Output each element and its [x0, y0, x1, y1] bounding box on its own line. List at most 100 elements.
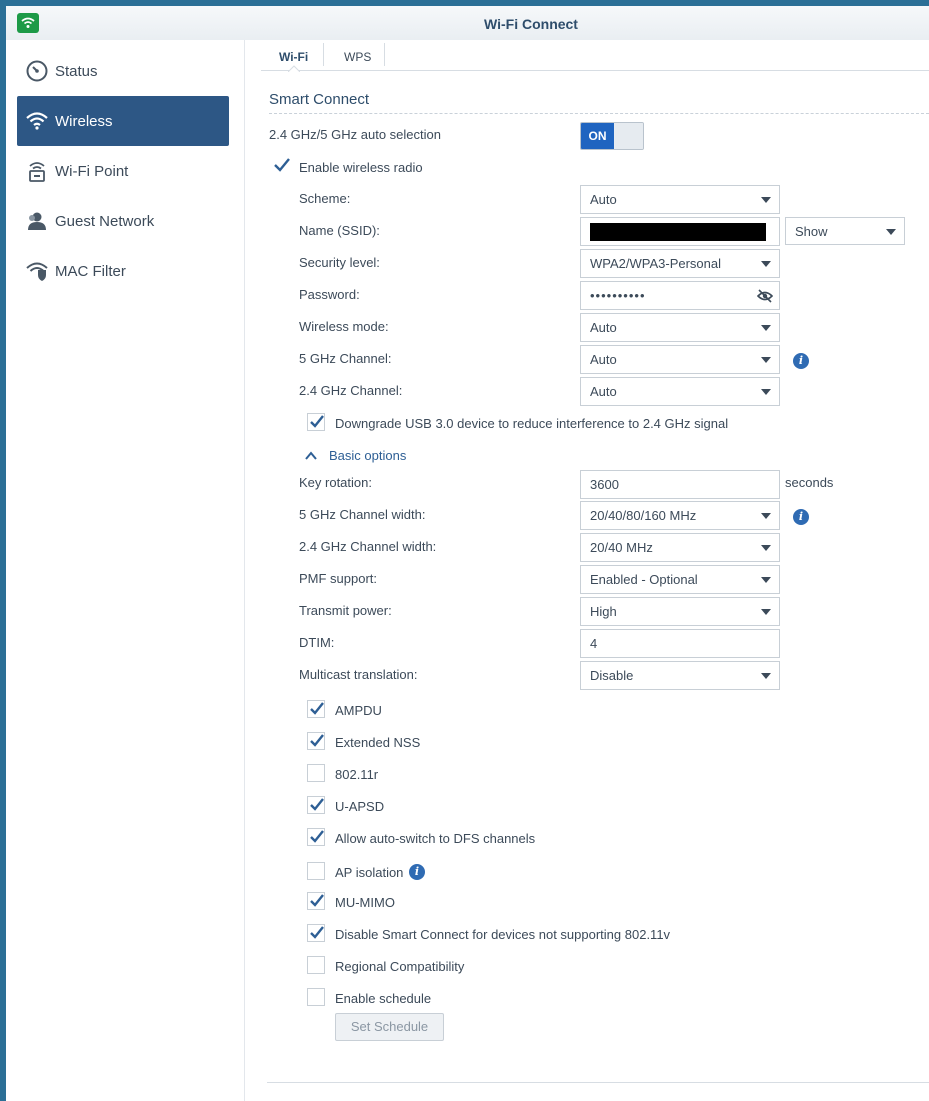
- channel-5-label: 5 GHz Channel:: [299, 351, 392, 366]
- option-checkbox-label: MU-MIMO: [335, 895, 395, 910]
- option-checkbox[interactable]: [307, 956, 325, 974]
- option-checkbox[interactable]: [307, 988, 325, 1006]
- router-icon: [25, 159, 49, 183]
- password-label: Password:: [299, 287, 360, 302]
- option-checkbox-label: Enable schedule: [335, 991, 432, 1006]
- chevron-down-icon: [761, 357, 771, 363]
- option-checkbox[interactable]: [307, 700, 325, 718]
- chevron-down-icon: [761, 197, 771, 203]
- basic-options-toggle[interactable]: Basic options: [305, 448, 465, 466]
- multicast-label: Multicast translation:: [299, 667, 418, 682]
- ssid-label: Name (SSID):: [299, 223, 380, 238]
- wireless-mode-select[interactable]: Auto: [580, 313, 780, 342]
- sidebar-item-guest-network[interactable]: Guest Network: [17, 196, 229, 246]
- eye-slash-icon[interactable]: [757, 289, 773, 303]
- bottom-divider: [267, 1082, 929, 1083]
- info-icon[interactable]: i: [793, 509, 809, 525]
- sidebar: Status Wireless Wi-Fi Point Guest Networ…: [6, 40, 245, 1101]
- tab-wifi[interactable]: Wi-Fi: [279, 50, 308, 64]
- redacted-block: [590, 223, 766, 241]
- sidebar-item-status[interactable]: Status: [17, 46, 229, 96]
- option-checkbox[interactable]: [307, 732, 325, 750]
- width-5-label: 5 GHz Channel width:: [299, 507, 426, 522]
- chevron-down-icon: [886, 229, 896, 235]
- gauge-icon: [25, 59, 49, 83]
- wifi-icon: [25, 109, 49, 133]
- info-icon[interactable]: i: [793, 353, 809, 369]
- checkmark-icon: [274, 158, 290, 172]
- option-checkbox-label: 802.11r: [335, 767, 379, 782]
- channel-5-select[interactable]: Auto: [580, 345, 780, 374]
- wireless-mode-label: Wireless mode:: [299, 319, 389, 334]
- option-checkbox[interactable]: [307, 828, 325, 846]
- channel-24-select[interactable]: Auto: [580, 377, 780, 406]
- chevron-down-icon: [761, 673, 771, 679]
- sidebar-item-label: Status: [55, 62, 98, 80]
- wifi-shield-icon: [25, 259, 49, 283]
- width-5-value: 20/40/80/160 MHz: [590, 508, 697, 523]
- pmf-label: PMF support:: [299, 571, 378, 586]
- option-checkbox-label: Regional Compatibility: [335, 959, 465, 974]
- ssid-input[interactable]: [580, 217, 780, 246]
- ssid-visibility-value: Show: [795, 224, 828, 239]
- pmf-select[interactable]: Enabled - Optional: [580, 565, 780, 594]
- security-label: Security level:: [299, 255, 380, 270]
- key-rotation-input[interactable]: 3600: [580, 470, 780, 499]
- width-24-select[interactable]: 20/40 MHz: [580, 533, 780, 562]
- title-bar: Wi-Fi Connect: [6, 6, 929, 40]
- toggle-knob: [615, 123, 643, 149]
- tab-bar: Wi-Fi WPS: [261, 40, 929, 72]
- pmf-value: Enabled - Optional: [590, 572, 698, 587]
- scheme-select[interactable]: Auto: [580, 185, 780, 214]
- option-checkbox[interactable]: [307, 796, 325, 814]
- sidebar-item-mac-filter[interactable]: MAC Filter: [17, 246, 229, 296]
- option-checkbox-label: Extended NSS: [335, 735, 421, 750]
- chevron-down-icon: [761, 609, 771, 615]
- channel-24-label: 2.4 GHz Channel:: [299, 383, 403, 398]
- main-content: Wi-Fi WPS Smart Connect 2.4 GHz/5 GHz au…: [261, 40, 929, 1101]
- dtim-value: 4: [590, 636, 598, 651]
- chevron-down-icon: [761, 325, 771, 331]
- checkmark-icon: [310, 734, 324, 747]
- chevron-down-icon: [761, 545, 771, 551]
- info-icon[interactable]: i: [409, 864, 425, 880]
- sidebar-item-wireless[interactable]: Wireless: [17, 96, 229, 146]
- sidebar-item-label: Guest Network: [55, 212, 155, 230]
- option-checkbox[interactable]: [307, 924, 325, 942]
- option-checkbox[interactable]: [307, 892, 325, 910]
- key-rotation-value: 3600: [590, 477, 619, 492]
- checkmark-icon: [310, 798, 324, 811]
- security-select[interactable]: WPA2/WPA3-Personal: [580, 249, 780, 278]
- password-value: ••••••••••: [590, 288, 646, 303]
- sidebar-item-wifi-point[interactable]: Wi-Fi Point: [17, 146, 229, 196]
- enable-radio-checkbox[interactable]: [272, 157, 290, 175]
- dtim-input[interactable]: 4: [580, 629, 780, 658]
- password-input[interactable]: ••••••••••: [580, 281, 780, 310]
- sidebar-item-label: Wi-Fi Point: [55, 162, 129, 180]
- width-5-select[interactable]: 20/40/80/160 MHz: [580, 501, 780, 530]
- option-checkbox-label: Disable Smart Connect for devices not su…: [335, 927, 671, 942]
- ssid-visibility-select[interactable]: Show: [785, 217, 905, 245]
- option-checkbox[interactable]: [307, 862, 325, 880]
- multicast-select[interactable]: Disable: [580, 661, 780, 690]
- option-checkbox-label: AMPDU: [335, 703, 382, 718]
- chevron-down-icon: [761, 577, 771, 583]
- tx-power-label: Transmit power:: [299, 603, 392, 618]
- tab-separator: [384, 43, 385, 66]
- enable-radio-label: Enable wireless radio: [299, 160, 423, 175]
- auto-selection-label: 2.4 GHz/5 GHz auto selection: [269, 127, 441, 142]
- basic-options-label: Basic options: [329, 448, 407, 463]
- chevron-up-icon: [305, 451, 317, 460]
- tab-wps[interactable]: WPS: [344, 50, 371, 64]
- downgrade-usb-checkbox[interactable]: [307, 413, 325, 431]
- tx-power-select[interactable]: High: [580, 597, 780, 626]
- option-checkbox[interactable]: [307, 764, 325, 782]
- chevron-down-icon: [761, 389, 771, 395]
- set-schedule-button[interactable]: Set Schedule: [335, 1013, 444, 1041]
- downgrade-usb-label: Downgrade USB 3.0 device to reduce inter…: [335, 416, 729, 431]
- channel-24-value: Auto: [590, 384, 617, 399]
- width-24-value: 20/40 MHz: [590, 540, 653, 555]
- sidebar-item-label: MAC Filter: [55, 262, 126, 280]
- tx-power-value: High: [590, 604, 617, 619]
- auto-selection-toggle[interactable]: ON: [580, 122, 644, 150]
